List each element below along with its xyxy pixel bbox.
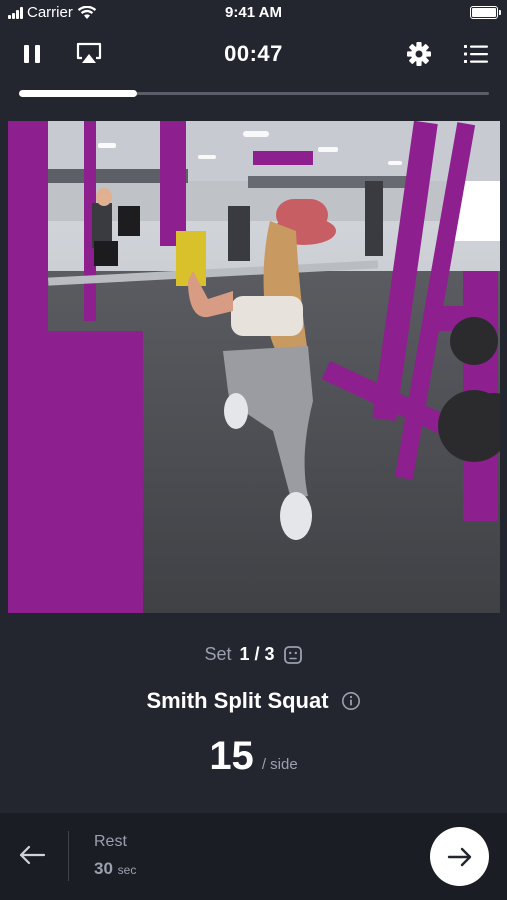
arrow-left-icon (19, 845, 46, 865)
gear-icon (407, 42, 431, 66)
exercise-list-button[interactable] (456, 34, 496, 74)
workout-progress-fill (19, 90, 137, 97)
previous-button[interactable] (14, 837, 50, 873)
reps-unit: / side (261, 756, 298, 773)
video-frame (8, 121, 500, 613)
rest-unit: sec (117, 863, 137, 877)
reps-display: 15 / side (0, 734, 507, 779)
reps-value: 15 (209, 734, 254, 778)
next-button[interactable] (430, 827, 489, 886)
set-count: 1 / 3 (239, 644, 275, 664)
rest-label: Rest (94, 833, 127, 850)
exercise-video[interactable] (8, 121, 500, 613)
settings-button[interactable] (399, 34, 439, 74)
divider (68, 831, 69, 881)
rest-value: 30 sec (94, 859, 136, 879)
rest-seconds: 30 (94, 859, 113, 878)
arrow-right-icon (447, 847, 471, 866)
exercise-name: Smith Split Squat (146, 688, 329, 713)
exercise-title-row: Smith Split Squat (0, 688, 507, 714)
feedback-face-icon[interactable] (283, 645, 303, 665)
battery-icon (470, 6, 501, 19)
info-icon[interactable] (341, 691, 361, 711)
set-indicator: Set 1 / 3 (0, 644, 507, 665)
set-label: Set (204, 644, 232, 664)
list-icon (464, 45, 488, 63)
workout-progress-bar (19, 90, 489, 97)
toolbar: 00:47 (0, 34, 507, 74)
bottom-bar: Rest 30 sec (0, 813, 507, 900)
status-bar: Carrier 9:41 AM (0, 0, 507, 26)
status-time: 9:41 AM (225, 4, 282, 21)
